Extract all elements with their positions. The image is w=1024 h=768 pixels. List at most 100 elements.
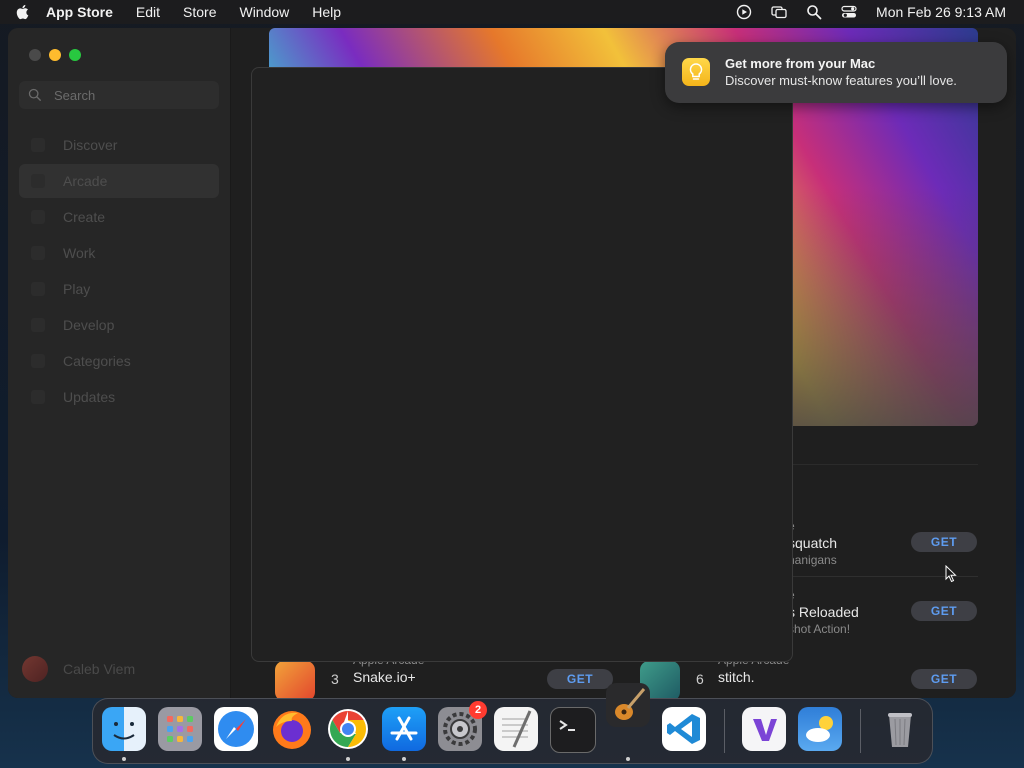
sidebar-item-discover[interactable]: Discover bbox=[19, 128, 219, 162]
search-icon bbox=[28, 88, 41, 101]
mouse-cursor-icon bbox=[945, 565, 957, 583]
textedit-icon bbox=[502, 710, 532, 748]
sidebar-item-categories[interactable]: Categories bbox=[19, 344, 219, 378]
dock-finder[interactable] bbox=[102, 707, 146, 751]
window-zoom-button[interactable] bbox=[69, 49, 81, 61]
vscode-icon bbox=[667, 714, 700, 744]
dock-separator bbox=[724, 709, 725, 753]
screen-recording-icon[interactable] bbox=[736, 4, 752, 20]
get-button[interactable]: GET bbox=[911, 669, 977, 689]
apple-menu-icon[interactable] bbox=[14, 3, 32, 21]
window-close-button[interactable] bbox=[29, 49, 41, 61]
window-minimize-button[interactable] bbox=[49, 49, 61, 61]
list-item[interactable]: 6 Apple Arcade stitch. bbox=[640, 653, 900, 698]
app-rank: 3 bbox=[331, 671, 339, 687]
get-button[interactable]: GET bbox=[911, 532, 977, 552]
sidebar-item-updates[interactable]: Updates bbox=[19, 380, 219, 414]
get-button[interactable]: GET bbox=[547, 669, 613, 689]
chrome-icon bbox=[328, 709, 368, 749]
get-button[interactable]: GET bbox=[911, 601, 977, 621]
sidebar-item-develop[interactable]: Develop bbox=[19, 308, 219, 342]
dock-separator bbox=[860, 709, 861, 753]
tips-app-icon bbox=[682, 58, 710, 86]
sidebar-item-label: Develop bbox=[63, 317, 115, 333]
notification-badge: 2 bbox=[469, 701, 487, 719]
trash-icon bbox=[888, 713, 912, 747]
notification-title: Get more from your Mac bbox=[725, 56, 876, 71]
download-arrow-icon bbox=[31, 390, 45, 404]
sidebar-item-play[interactable]: Play bbox=[19, 272, 219, 306]
menu-app-name[interactable]: App Store bbox=[46, 4, 113, 20]
safari-compass-icon bbox=[218, 711, 254, 747]
list-item[interactable]: 3 Apple Arcade Snake.io+ bbox=[275, 653, 535, 698]
paperplane-icon bbox=[31, 246, 45, 260]
dock-vscode[interactable] bbox=[662, 707, 706, 751]
search-input[interactable] bbox=[52, 86, 206, 104]
sidebar: Discover Arcade Create Work Play Develop bbox=[8, 28, 231, 698]
dock-weather[interactable] bbox=[798, 707, 842, 751]
paintbrush-icon bbox=[31, 210, 45, 224]
notification-banner[interactable]: Get more from your Mac Discover must-kno… bbox=[665, 42, 1007, 103]
running-indicator bbox=[346, 757, 350, 761]
lightbulb-icon bbox=[689, 63, 703, 80]
sidebar-item-label: Discover bbox=[63, 137, 118, 153]
dock-textedit[interactable] bbox=[494, 707, 538, 751]
joystick-icon bbox=[31, 174, 45, 188]
running-indicator bbox=[626, 757, 630, 761]
app-title: Snake.io+ bbox=[353, 669, 416, 685]
firefox-icon bbox=[273, 711, 311, 749]
avatar bbox=[22, 656, 48, 682]
control-center-icon[interactable] bbox=[841, 4, 857, 20]
menu-store[interactable]: Store bbox=[183, 4, 216, 20]
app-store-icon bbox=[390, 716, 418, 741]
app-title: s Reloaded bbox=[788, 604, 859, 620]
launchpad-icon bbox=[167, 716, 193, 742]
app-rank: 6 bbox=[696, 671, 704, 687]
sidebar-item-label: Play bbox=[63, 281, 91, 297]
search-field[interactable] bbox=[19, 81, 219, 109]
dock-trash[interactable] bbox=[878, 707, 922, 751]
dock-garageband[interactable] bbox=[606, 683, 650, 727]
sidebar-item-label: Work bbox=[63, 245, 96, 261]
terminal-icon bbox=[559, 720, 575, 731]
dock-visual-studio[interactable] bbox=[742, 707, 786, 751]
sidebar-item-arcade[interactable]: Arcade bbox=[19, 164, 219, 198]
blank-loading-sheet bbox=[251, 67, 793, 662]
sidebar-item-label: Categories bbox=[63, 353, 131, 369]
menu-window[interactable]: Window bbox=[239, 4, 289, 20]
notification-body: Discover must-know features you’ll love. bbox=[725, 73, 957, 88]
dock-firefox[interactable] bbox=[270, 707, 314, 751]
sidebar-item-label: Create bbox=[63, 209, 106, 225]
sidebar-item-label: Arcade bbox=[63, 173, 108, 189]
guitar-icon bbox=[615, 688, 646, 720]
screen-mirroring-icon[interactable] bbox=[771, 4, 787, 20]
dock-launchpad[interactable] bbox=[158, 707, 202, 751]
profile-name: Caleb Viem bbox=[63, 661, 136, 677]
dock-terminal[interactable] bbox=[550, 707, 596, 753]
app-title: stitch. bbox=[718, 669, 755, 685]
menu-bar: App Store Edit Store Window Help Mon Feb… bbox=[0, 0, 1024, 24]
menu-help[interactable]: Help bbox=[312, 4, 341, 20]
dock-chrome[interactable] bbox=[326, 707, 370, 751]
sidebar-item-create[interactable]: Create bbox=[19, 200, 219, 234]
menu-bar-clock[interactable]: Mon Feb 26 9:13 AM bbox=[876, 4, 1006, 20]
sidebar-item-work[interactable]: Work bbox=[19, 236, 219, 270]
running-indicator bbox=[122, 757, 126, 761]
dock-safari[interactable] bbox=[214, 707, 258, 751]
dock: 2 bbox=[92, 683, 933, 764]
grid-icon bbox=[31, 354, 45, 368]
finder-icon bbox=[113, 722, 135, 740]
app-title: squatch bbox=[788, 535, 838, 551]
sidebar-nav: Discover Arcade Create Work Play Develop bbox=[19, 128, 219, 416]
hammer-icon bbox=[31, 318, 45, 332]
dock-app-store[interactable] bbox=[382, 707, 426, 751]
star-icon bbox=[31, 138, 45, 152]
running-indicator bbox=[402, 757, 406, 761]
visual-studio-icon bbox=[753, 719, 777, 741]
account-profile[interactable]: Caleb Viem bbox=[22, 656, 135, 682]
app-subtitle: nanigans bbox=[788, 553, 837, 567]
spotlight-search-icon[interactable] bbox=[806, 4, 822, 20]
menu-bar-status-area: Mon Feb 26 9:13 AM bbox=[736, 0, 1006, 24]
menu-edit[interactable]: Edit bbox=[136, 4, 160, 20]
snake-io-app-icon bbox=[275, 661, 315, 698]
